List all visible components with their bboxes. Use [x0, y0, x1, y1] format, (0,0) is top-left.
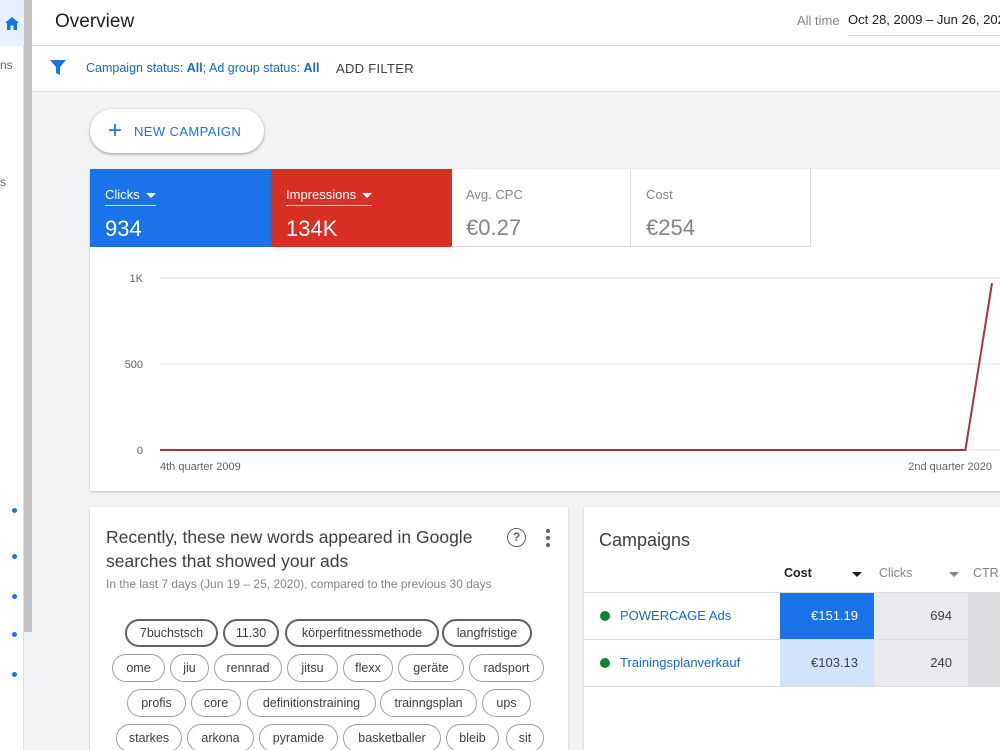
new-words-title: Recently, these new words appeared in Go…	[106, 527, 473, 571]
search-word-chip[interactable]: 11.30	[223, 619, 279, 647]
search-word-chip[interactable]: profis	[127, 689, 186, 717]
table-row[interactable]: POWERCAGE Ads €151.19 694	[584, 593, 1000, 640]
search-word-chip[interactable]: trainngsplan	[380, 689, 477, 717]
nav-indicator-dot	[12, 594, 17, 599]
metric-value: 134K	[286, 216, 338, 241]
metric-label: Cost	[646, 187, 673, 202]
search-word-chip[interactable]: ome	[112, 654, 165, 682]
metric-cost[interactable]: Cost €254	[631, 169, 811, 247]
search-word-chip[interactable]: geräte	[398, 654, 464, 682]
performance-card: Clicks 934 Impressions 134K Avg. CPC €0.…	[90, 169, 1000, 491]
search-word-chip[interactable]: rennrad	[214, 654, 282, 682]
performance-line-chart: 1K 500 0 4th quarter 2009 2nd quarter 2020	[125, 273, 1000, 473]
filter-bar: Campaign status: All; Ad group status: A…	[32, 46, 1000, 92]
campaign-cost-cell: €103.13	[780, 640, 874, 686]
table-row[interactable]: Trainingsplanverkauf €103.13 240	[584, 640, 1000, 687]
campaign-clicks-cell: 694	[874, 593, 968, 639]
search-word-chip[interactable]: starkes	[116, 724, 182, 750]
date-range-label: All time	[797, 13, 840, 28]
search-word-chip[interactable]: ups	[482, 689, 531, 717]
add-filter-button[interactable]: ADD FILTER	[336, 61, 414, 76]
metric-value: €254	[646, 215, 695, 240]
home-icon	[5, 16, 19, 30]
status-enabled-icon	[600, 658, 610, 668]
series-line-impressions	[160, 283, 993, 451]
metric-avg-cpc[interactable]: Avg. CPC €0.27	[451, 169, 631, 247]
search-word-chip[interactable]: pyramide	[259, 724, 338, 750]
dropdown-caret-icon	[949, 572, 959, 577]
y-tick-label: 500	[125, 359, 143, 371]
ad-group-status-label: Ad group status:	[209, 61, 301, 75]
filter-icon[interactable]	[50, 60, 66, 76]
metric-label: Clicks	[105, 187, 156, 206]
x-tick-label: 2nd quarter 2020	[908, 461, 992, 473]
metric-clicks[interactable]: Clicks 934	[90, 169, 271, 247]
search-word-chip[interactable]: bleib	[446, 724, 499, 750]
page-title: Overview	[55, 11, 135, 32]
y-tick-label: 1K	[130, 273, 144, 285]
search-word-chip[interactable]: jitsu	[287, 654, 338, 682]
campaigns-title: Campaigns	[599, 530, 691, 550]
metric-label: Impressions	[286, 187, 373, 206]
plus-icon: +	[108, 117, 123, 144]
nav-scrollbar[interactable]	[24, 0, 32, 632]
metric-label: Avg. CPC	[466, 187, 523, 202]
search-word-chip[interactable]: langfristige	[442, 619, 532, 647]
campaign-cost-cell: €151.19	[780, 593, 874, 639]
search-word-chip[interactable]: jiu	[170, 654, 209, 682]
nav-indicator-dot	[12, 554, 17, 559]
status-filter-summary[interactable]: Campaign status: All; Ad group status: A…	[86, 61, 320, 75]
side-navigation: ns s	[0, 0, 24, 750]
status-enabled-icon	[600, 611, 610, 621]
nav-item-partial-label[interactable]: s	[0, 175, 6, 189]
search-word-chip[interactable]: körperfitnessmethode	[285, 619, 439, 647]
nav-item-partial-label[interactable]: ns	[0, 58, 13, 72]
campaign-ctr-cell	[968, 640, 1000, 686]
campaign-status-value: All	[186, 61, 203, 75]
dropdown-caret-icon	[145, 193, 156, 199]
x-tick-label: 4th quarter 2009	[160, 461, 241, 473]
search-word-chip[interactable]: core	[191, 689, 241, 717]
nav-indicator-dot	[12, 508, 17, 513]
metric-value: €0.27	[466, 215, 522, 240]
column-header-clicks[interactable]: Clicks	[879, 566, 959, 592]
nav-indicator-dot	[12, 672, 17, 677]
dropdown-caret-icon	[362, 193, 373, 199]
search-word-chip[interactable]: sit	[506, 724, 544, 750]
campaign-status-label: Campaign status:	[86, 61, 184, 75]
search-word-chip[interactable]: 7buchstsch	[125, 619, 218, 647]
more-vert-icon[interactable]	[540, 528, 556, 548]
ad-group-status-value: All	[303, 61, 320, 75]
nav-indicator-dot	[12, 632, 17, 637]
campaign-name-link[interactable]: Trainingsplanverkauf	[620, 655, 740, 670]
help-icon[interactable]: ?	[507, 528, 526, 547]
nav-home-button[interactable]	[0, 0, 24, 46]
new-campaign-button[interactable]: + NEW CAMPAIGN	[90, 109, 264, 153]
page-header: Overview All time Oct 28, 2009 – Jun 26,…	[32, 0, 1000, 46]
search-word-chip[interactable]: basketballer	[343, 724, 441, 750]
campaign-clicks-cell: 240	[874, 640, 968, 686]
dropdown-caret-icon	[852, 572, 862, 577]
campaigns-card: Campaigns Cost Clicks CTR POWERCAGE Ads …	[584, 507, 1000, 750]
new-words-subtitle: In the last 7 days (Jun 19 – 25, 2020), …	[106, 577, 492, 591]
campaign-name-link[interactable]: POWERCAGE Ads	[620, 608, 731, 623]
column-header-cost[interactable]: Cost	[784, 566, 864, 592]
date-range-picker[interactable]: Oct 28, 2009 – Jun 26, 2020	[848, 12, 1000, 36]
search-word-chip[interactable]: definitionstraining	[247, 689, 376, 717]
campaign-ctr-cell	[968, 593, 1000, 639]
new-campaign-label: NEW CAMPAIGN	[134, 123, 242, 139]
new-words-card: Recently, these new words appeared in Go…	[90, 507, 568, 750]
metric-value: 934	[105, 216, 142, 241]
y-tick-label: 0	[137, 445, 143, 457]
search-word-chip[interactable]: arkona	[187, 724, 254, 750]
metric-impressions[interactable]: Impressions 134K	[271, 169, 452, 247]
search-word-chip[interactable]: radsport	[469, 654, 544, 682]
column-header-ctr[interactable]: CTR	[973, 566, 999, 592]
search-word-chip[interactable]: flexx	[343, 654, 393, 682]
